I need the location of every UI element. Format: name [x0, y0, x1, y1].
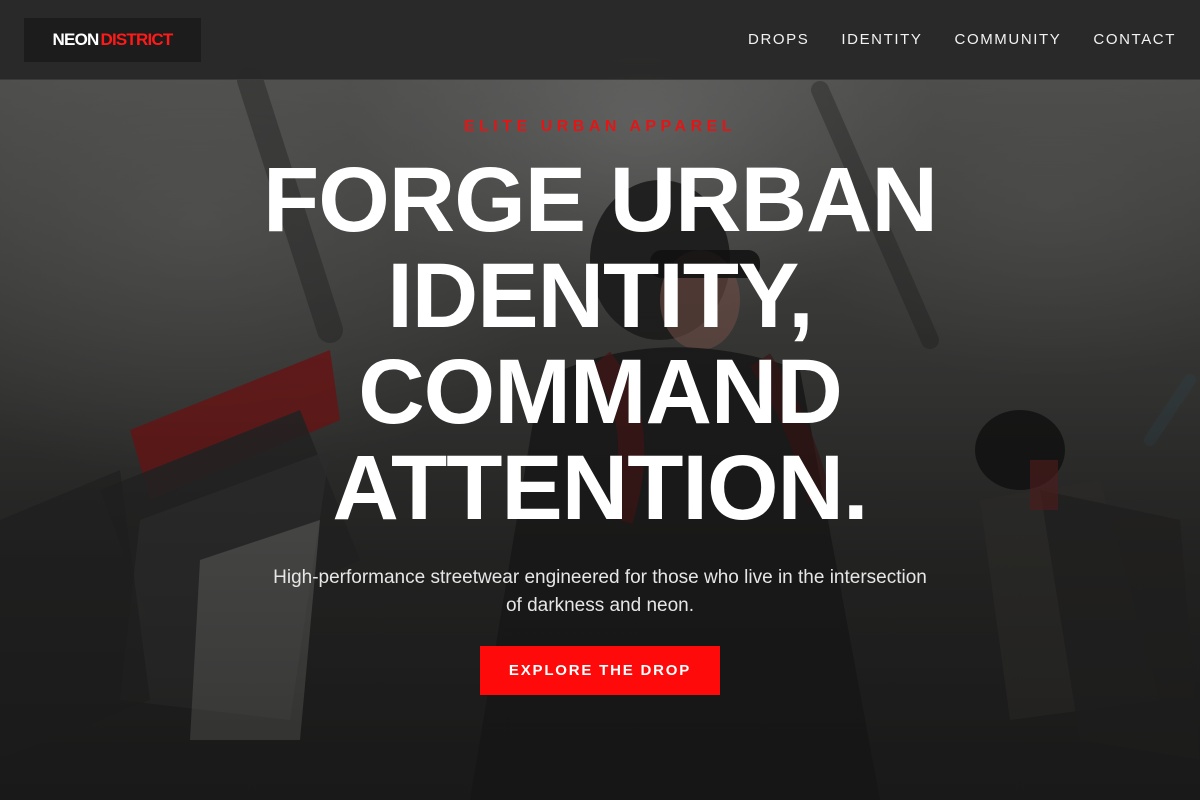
nav-link-drops[interactable]: DROPS	[748, 31, 809, 48]
hero-headline: FORGE URBAN IDENTITY, COMMAND ATTENTION.	[150, 152, 1050, 536]
logo-text-neon: NEON	[52, 29, 100, 49]
brand-logo[interactable]: NEON DISTRICT	[24, 17, 201, 62]
hero-section: ELITE URBAN APPAREL FORGE URBAN IDENTITY…	[0, 80, 1200, 800]
headline-line: IDENTITY,	[387, 245, 813, 347]
explore-drop-button[interactable]: EXPLORE THE DROP	[480, 646, 720, 695]
nav-link-community[interactable]: COMMUNITY	[955, 31, 1062, 48]
logo-text-district: DISTRICT	[100, 29, 173, 49]
nav-link-contact[interactable]: CONTACT	[1093, 31, 1176, 48]
headline-line: FORGE URBAN	[263, 149, 938, 251]
hero-eyebrow: ELITE URBAN APPAREL	[463, 118, 737, 135]
landing-page: NEON DISTRICT DROPS IDENTITY COMMUNITY C…	[0, 0, 1200, 800]
headline-line: ATTENTION.	[332, 437, 868, 539]
hero-subtext: High-performance streetwear engineered f…	[273, 567, 927, 616]
headline-line: COMMAND	[358, 341, 843, 443]
nav-link-identity[interactable]: IDENTITY	[841, 31, 922, 48]
site-header: NEON DISTRICT DROPS IDENTITY COMMUNITY C…	[0, 0, 1200, 80]
main-nav: DROPS IDENTITY COMMUNITY CONTACT	[748, 31, 1176, 48]
